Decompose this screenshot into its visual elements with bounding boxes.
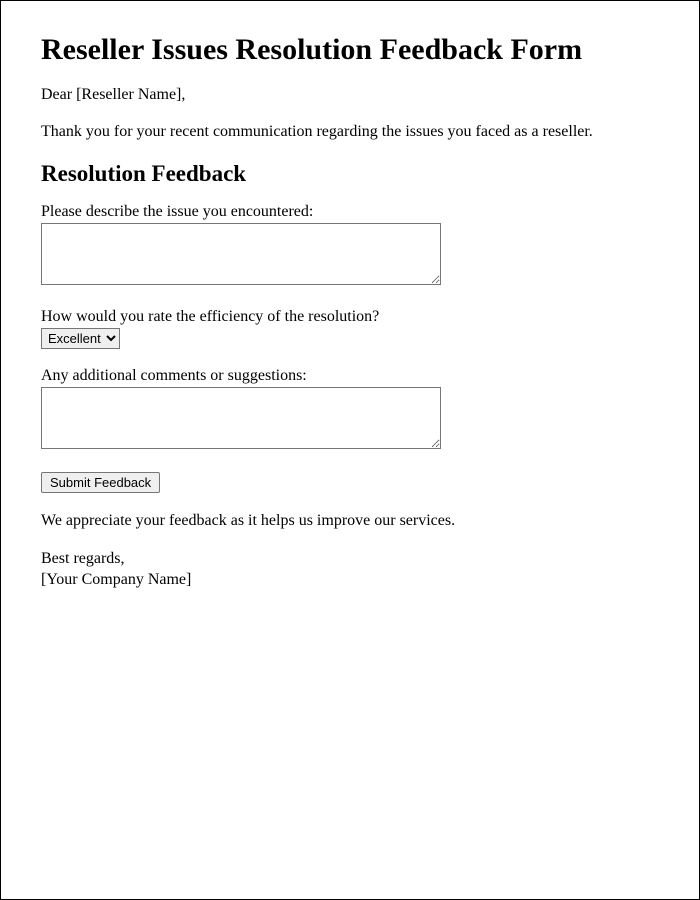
comments-label: Any additional comments or suggestions: (41, 367, 659, 385)
issue-field-group: Please describe the issue you encountere… (41, 203, 659, 290)
closing-company: [Your Company Name] (41, 570, 659, 591)
appreciation-text: We appreciate your feedback as it helps … (41, 511, 659, 532)
rating-label: How would you rate the efficiency of the… (41, 308, 659, 326)
intro-text: Thank you for your recent communication … (41, 122, 659, 143)
closing-regards: Best regards, (41, 549, 659, 570)
issue-label: Please describe the issue you encountere… (41, 203, 659, 221)
section-heading: Resolution Feedback (41, 161, 659, 187)
closing-block: Best regards, [Your Company Name] (41, 549, 659, 591)
page-title: Reseller Issues Resolution Feedback Form (41, 33, 659, 67)
comments-field-group: Any additional comments or suggestions: (41, 367, 659, 454)
submit-button[interactable]: Submit Feedback (41, 472, 160, 493)
issue-textarea[interactable] (41, 223, 441, 285)
page-container: Reseller Issues Resolution Feedback Form… (0, 0, 700, 900)
submit-group: Submit Feedback (41, 472, 659, 493)
comments-textarea[interactable] (41, 387, 441, 449)
greeting-text: Dear [Reseller Name], (41, 85, 659, 106)
rating-field-group: How would you rate the efficiency of the… (41, 308, 659, 349)
rating-select[interactable]: Excellent (41, 328, 120, 349)
